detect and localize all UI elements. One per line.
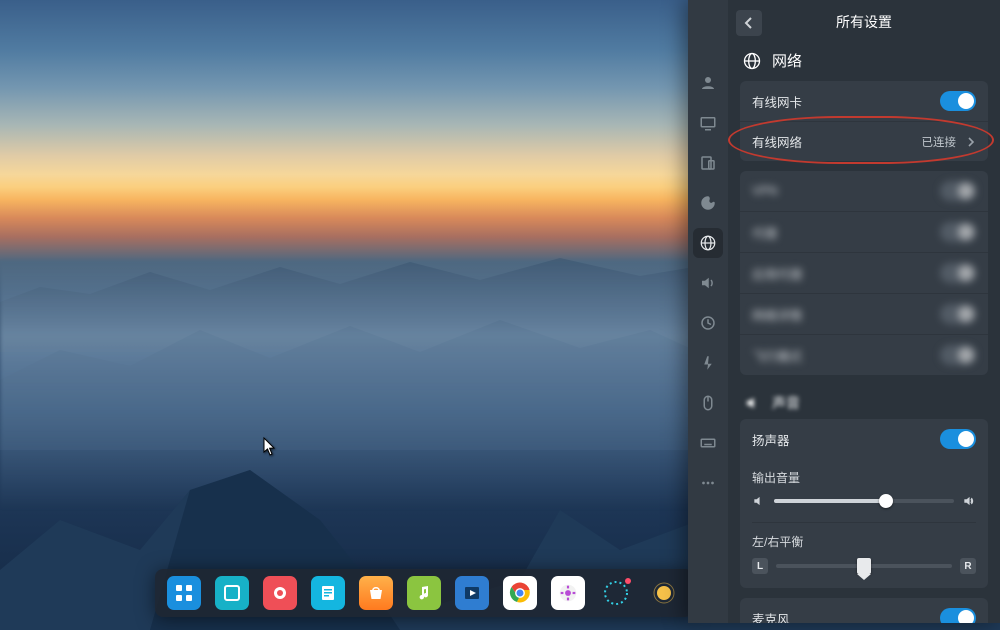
- sidebar-more-icon[interactable]: [693, 468, 723, 498]
- speaker-card: 扬声器 输出音量 左/右平衡: [740, 419, 988, 588]
- sidebar-user-icon[interactable]: [693, 68, 723, 98]
- row-blurred[interactable]: 应用代理: [740, 252, 988, 293]
- row-label: 扬声器: [752, 430, 790, 449]
- sound-icon: [744, 394, 762, 412]
- balance-block: 左/右平衡 L R: [740, 523, 988, 588]
- settings-panel: 所有设置 网络 有线网卡 有线网络 已连接: [688, 0, 1000, 623]
- section-header-network: 网络: [728, 44, 1000, 81]
- mic-card: 麦克风 输入音量: [740, 598, 988, 623]
- row-blurred[interactable]: 代理: [740, 211, 988, 252]
- dock-file-manager[interactable]: [311, 576, 345, 610]
- balance-label: 左/右平衡: [752, 533, 976, 550]
- output-volume-slider[interactable]: [774, 499, 954, 503]
- dock-screen-recorder[interactable]: [263, 576, 297, 610]
- row-microphone: 麦克风: [740, 598, 988, 623]
- settings-title: 所有设置: [836, 12, 892, 32]
- dock-app-store[interactable]: [359, 576, 393, 610]
- network-icon: [742, 51, 762, 71]
- dock-music[interactable]: [407, 576, 441, 610]
- sidebar-devices-icon[interactable]: [693, 148, 723, 178]
- connection-status: 已连接: [922, 134, 957, 150]
- chevron-right-icon: [966, 137, 976, 147]
- slider-thumb[interactable]: [879, 494, 893, 508]
- sidebar-time-icon[interactable]: [693, 308, 723, 338]
- output-volume-block: 输出音量: [740, 459, 988, 522]
- section-header-sound: 声音: [740, 385, 988, 419]
- dock-settings[interactable]: [551, 576, 585, 610]
- dock-chrome[interactable]: [503, 576, 537, 610]
- sidebar-personalization-icon[interactable]: [693, 188, 723, 218]
- dock-video[interactable]: [455, 576, 489, 610]
- sidebar-keyboard-icon[interactable]: [693, 428, 723, 458]
- row-wired-adapter: 有线网卡: [740, 81, 988, 121]
- sidebar-network-icon[interactable]: [693, 228, 723, 258]
- dock-activity[interactable]: [599, 576, 633, 610]
- balance-right-badge: R: [960, 558, 976, 574]
- row-blurred[interactable]: 飞行模式: [740, 334, 988, 375]
- row-label: 麦克风: [752, 609, 793, 624]
- dock-multitasking[interactable]: [215, 576, 249, 610]
- balance-left-badge: L: [752, 558, 768, 574]
- toggle-wired-adapter[interactable]: [940, 91, 976, 111]
- row-wired-network[interactable]: 有线网络 已连接: [740, 121, 988, 161]
- volume-low-icon: [752, 494, 766, 508]
- row-speaker: 扬声器: [740, 419, 988, 459]
- toggle-microphone[interactable]: [940, 608, 976, 623]
- balance-slider[interactable]: [776, 564, 952, 568]
- sidebar-sound-icon[interactable]: [693, 268, 723, 298]
- back-button[interactable]: [736, 10, 762, 36]
- dock-weather[interactable]: [647, 576, 681, 610]
- row-blurred[interactable]: 网络详情: [740, 293, 988, 334]
- network-card: 有线网卡 有线网络 已连接: [740, 81, 988, 161]
- sidebar-display-icon[interactable]: [693, 108, 723, 138]
- row-label: 有线网卡: [752, 92, 802, 111]
- dock-launcher[interactable]: [167, 576, 201, 610]
- dock: [155, 569, 693, 617]
- row-label: 有线网络: [752, 132, 802, 151]
- settings-sidebar: [688, 0, 728, 623]
- slider-thumb[interactable]: [857, 558, 871, 574]
- toggle-speaker[interactable]: [940, 429, 976, 449]
- notification-badge: [625, 578, 631, 584]
- row-blurred[interactable]: VPN: [740, 171, 988, 211]
- sidebar-mouse-icon[interactable]: [693, 388, 723, 418]
- volume-high-icon: [962, 494, 976, 508]
- sidebar-power-icon[interactable]: [693, 348, 723, 378]
- settings-titlebar: 所有设置: [728, 0, 1000, 44]
- network-extra-card: VPN 代理 应用代理 网络详情 飞行模式: [740, 171, 988, 375]
- output-volume-label: 输出音量: [752, 469, 976, 486]
